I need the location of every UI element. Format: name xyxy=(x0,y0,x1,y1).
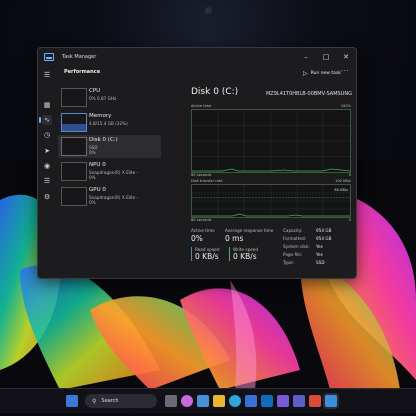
run-task-icon: ▷ xyxy=(303,69,308,77)
close-button[interactable]: ✕ xyxy=(336,48,356,66)
store-icon[interactable] xyxy=(245,395,257,407)
widgets-icon[interactable] xyxy=(197,395,209,407)
device-memory[interactable]: Memory 4.8/15.4 GB (32%) xyxy=(58,111,161,134)
desktop: Task Manager – □ ✕ ☰ ▦ ∿ ◷ ➤ ◉ ☰ ⚙ ⚙ Per… xyxy=(0,0,416,416)
title-bar[interactable]: Task Manager – □ ✕ xyxy=(38,48,356,66)
app-history-icon[interactable]: ◷ xyxy=(42,130,52,140)
device-name: Disk 0 (C:) xyxy=(89,137,118,143)
active-time-graph xyxy=(191,109,351,173)
disk-detail-panel: Disk 0 (C:) MZ9L41T0HBLB-00BMV-SAMSUNG A… xyxy=(188,82,356,278)
active-time-grid xyxy=(192,110,351,172)
photos-icon[interactable] xyxy=(277,395,289,407)
copilot-icon[interactable] xyxy=(181,395,193,407)
formatted-value: 954 GB xyxy=(316,236,332,241)
hamburger-menu-icon[interactable]: ☰ xyxy=(42,70,52,80)
services-icon[interactable]: ⚙ xyxy=(42,192,52,202)
run-new-task-label: Run new task xyxy=(310,70,341,76)
read-speed-value: 0 KB/s xyxy=(195,252,219,261)
response-time-label: Average response time xyxy=(225,228,274,233)
device-model: Snapdragon(R) X Elite - xyxy=(89,195,139,200)
graph2-label: Disk transfer rate xyxy=(191,179,223,183)
more-options-button[interactable]: ··· xyxy=(341,67,349,75)
page-title: Performance xyxy=(64,69,101,75)
device-name: GPU 0 xyxy=(89,187,106,193)
task-manager-taskbar-icon[interactable] xyxy=(325,395,337,407)
type-label: Type: xyxy=(283,260,295,265)
startup-apps-icon[interactable]: ➤ xyxy=(42,146,52,156)
graph1-min: 0 xyxy=(348,173,351,177)
device-model: Snapdragon(R) X Elite - xyxy=(89,170,139,175)
graph2-min: 0 xyxy=(348,218,351,222)
gpu-thumbnail xyxy=(61,187,87,206)
processes-icon[interactable]: ▦ xyxy=(42,100,52,110)
device-npu[interactable]: NPU 0 Snapdragon(R) X Elite - 0% xyxy=(58,160,161,183)
maximize-button[interactable]: □ xyxy=(316,48,336,66)
device-list: CPU 0% 0.87 GHz Memory 4.8/15.4 GB (32%)… xyxy=(58,82,163,278)
device-cpu[interactable]: CPU 0% 0.87 GHz xyxy=(58,86,161,109)
cpu-thumbnail xyxy=(61,88,87,107)
transfer-rate-graph: 60 KB/s xyxy=(191,184,351,218)
device-stat: 0% xyxy=(89,175,96,180)
npu-thumbnail xyxy=(61,162,87,181)
taskbar: ⚲ Search xyxy=(0,388,416,413)
task-manager-icon xyxy=(44,53,54,61)
run-new-task-button[interactable]: ▷ Run new task xyxy=(303,68,341,78)
disk-model: MZ9L41T0HBLB-00BMV-SAMSUNG xyxy=(265,91,352,97)
system-disk-label: System disk: xyxy=(283,244,310,249)
memory-thumbnail xyxy=(61,113,87,132)
transfer-rate-grid xyxy=(192,185,350,217)
performance-icon[interactable]: ∿ xyxy=(39,115,52,125)
users-icon[interactable]: ◉ xyxy=(42,161,52,171)
device-name: CPU xyxy=(89,88,101,94)
capacity-label: Capacity: xyxy=(283,228,303,233)
outlook-icon[interactable] xyxy=(261,395,273,407)
file-explorer-icon[interactable] xyxy=(213,395,225,407)
window-title: Task Manager xyxy=(62,54,97,60)
camera-dot xyxy=(205,7,212,14)
capacity-value: 954 GB xyxy=(316,228,332,233)
device-stat: 0% 0.87 GHz xyxy=(89,96,117,101)
write-speed-block: Write speed 0 KB/s xyxy=(229,247,258,261)
minimize-button[interactable]: – xyxy=(296,48,316,66)
detail-title: Disk 0 (C:) xyxy=(191,87,239,97)
active-time-value: 0% xyxy=(191,234,203,243)
device-stat: 4.8/15.4 GB (32%) xyxy=(89,121,128,126)
device-disk[interactable]: Disk 0 (C:) SSD 0% xyxy=(58,135,161,158)
device-name: NPU 0 xyxy=(89,162,106,168)
graph2-max: 100 KB/s xyxy=(335,179,351,183)
graph1-max: 100% xyxy=(340,104,351,108)
write-speed-value: 0 KB/s xyxy=(233,252,257,261)
toolbar: Performance ▷ Run new task ··· xyxy=(58,66,356,80)
task-view-icon[interactable] xyxy=(165,395,177,407)
device-stat: 0% xyxy=(89,150,96,155)
side-navigation: ☰ ▦ ∿ ◷ ➤ ◉ ☰ ⚙ ⚙ xyxy=(38,66,56,278)
edge-icon[interactable] xyxy=(229,395,241,407)
disk-thumbnail xyxy=(61,137,87,156)
teams-icon[interactable] xyxy=(293,395,305,407)
search-label: Search xyxy=(101,398,119,404)
device-stat: 0% xyxy=(89,200,96,205)
graph2-scale: 60 KB/s xyxy=(334,188,348,192)
device-name: Memory xyxy=(89,113,112,119)
office-icon[interactable] xyxy=(309,395,321,407)
device-gpu[interactable]: GPU 0 Snapdragon(R) X Elite - 0% xyxy=(58,185,161,208)
formatted-label: Formatted: xyxy=(283,236,307,241)
search-icon: ⚲ xyxy=(92,397,97,405)
active-time-label: Active time xyxy=(191,228,215,233)
start-icon[interactable] xyxy=(66,395,78,407)
system-disk-value: Yes xyxy=(316,244,323,249)
graph1-time: 60 seconds xyxy=(191,173,212,177)
type-value: SSD xyxy=(316,260,325,265)
graph1-label: Active time xyxy=(191,104,212,108)
graph2-time: 60 seconds xyxy=(191,218,212,222)
page-file-label: Page file: xyxy=(283,252,303,257)
task-manager-window: Task Manager – □ ✕ ☰ ▦ ∿ ◷ ➤ ◉ ☰ ⚙ ⚙ Per… xyxy=(37,47,357,279)
page-file-value: Yes xyxy=(316,252,323,257)
details-icon[interactable]: ☰ xyxy=(42,176,52,186)
taskbar-search[interactable]: ⚲ Search xyxy=(85,394,157,408)
read-speed-block: Read speed 0 KB/s xyxy=(191,247,220,261)
response-time-value: 0 ms xyxy=(225,234,244,243)
